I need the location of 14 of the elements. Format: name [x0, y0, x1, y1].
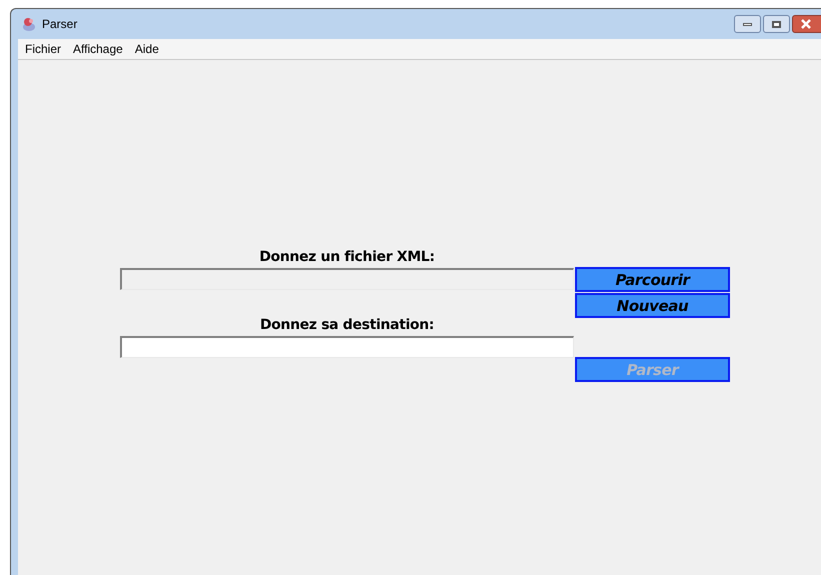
field-label: Donnez un fichier XML: — [259, 248, 435, 267]
close-icon — [801, 19, 811, 29]
maximize-button[interactable] — [763, 15, 790, 33]
minimize-button[interactable] — [734, 15, 761, 33]
close-button[interactable] — [792, 15, 821, 33]
text-field[interactable] — [120, 336, 574, 358]
menu-item[interactable]: Affichage — [73, 40, 123, 58]
field-label: Donnez sa destination: — [260, 316, 434, 335]
menu-item[interactable]: Aide — [134, 40, 159, 58]
new-button[interactable]: Nouveau — [575, 293, 730, 318]
menu-item[interactable]: Fichier — [25, 40, 62, 58]
app-icon — [21, 16, 37, 32]
browse-button[interactable]: Parcourir — [575, 267, 730, 292]
window-title: Parser — [42, 16, 78, 33]
